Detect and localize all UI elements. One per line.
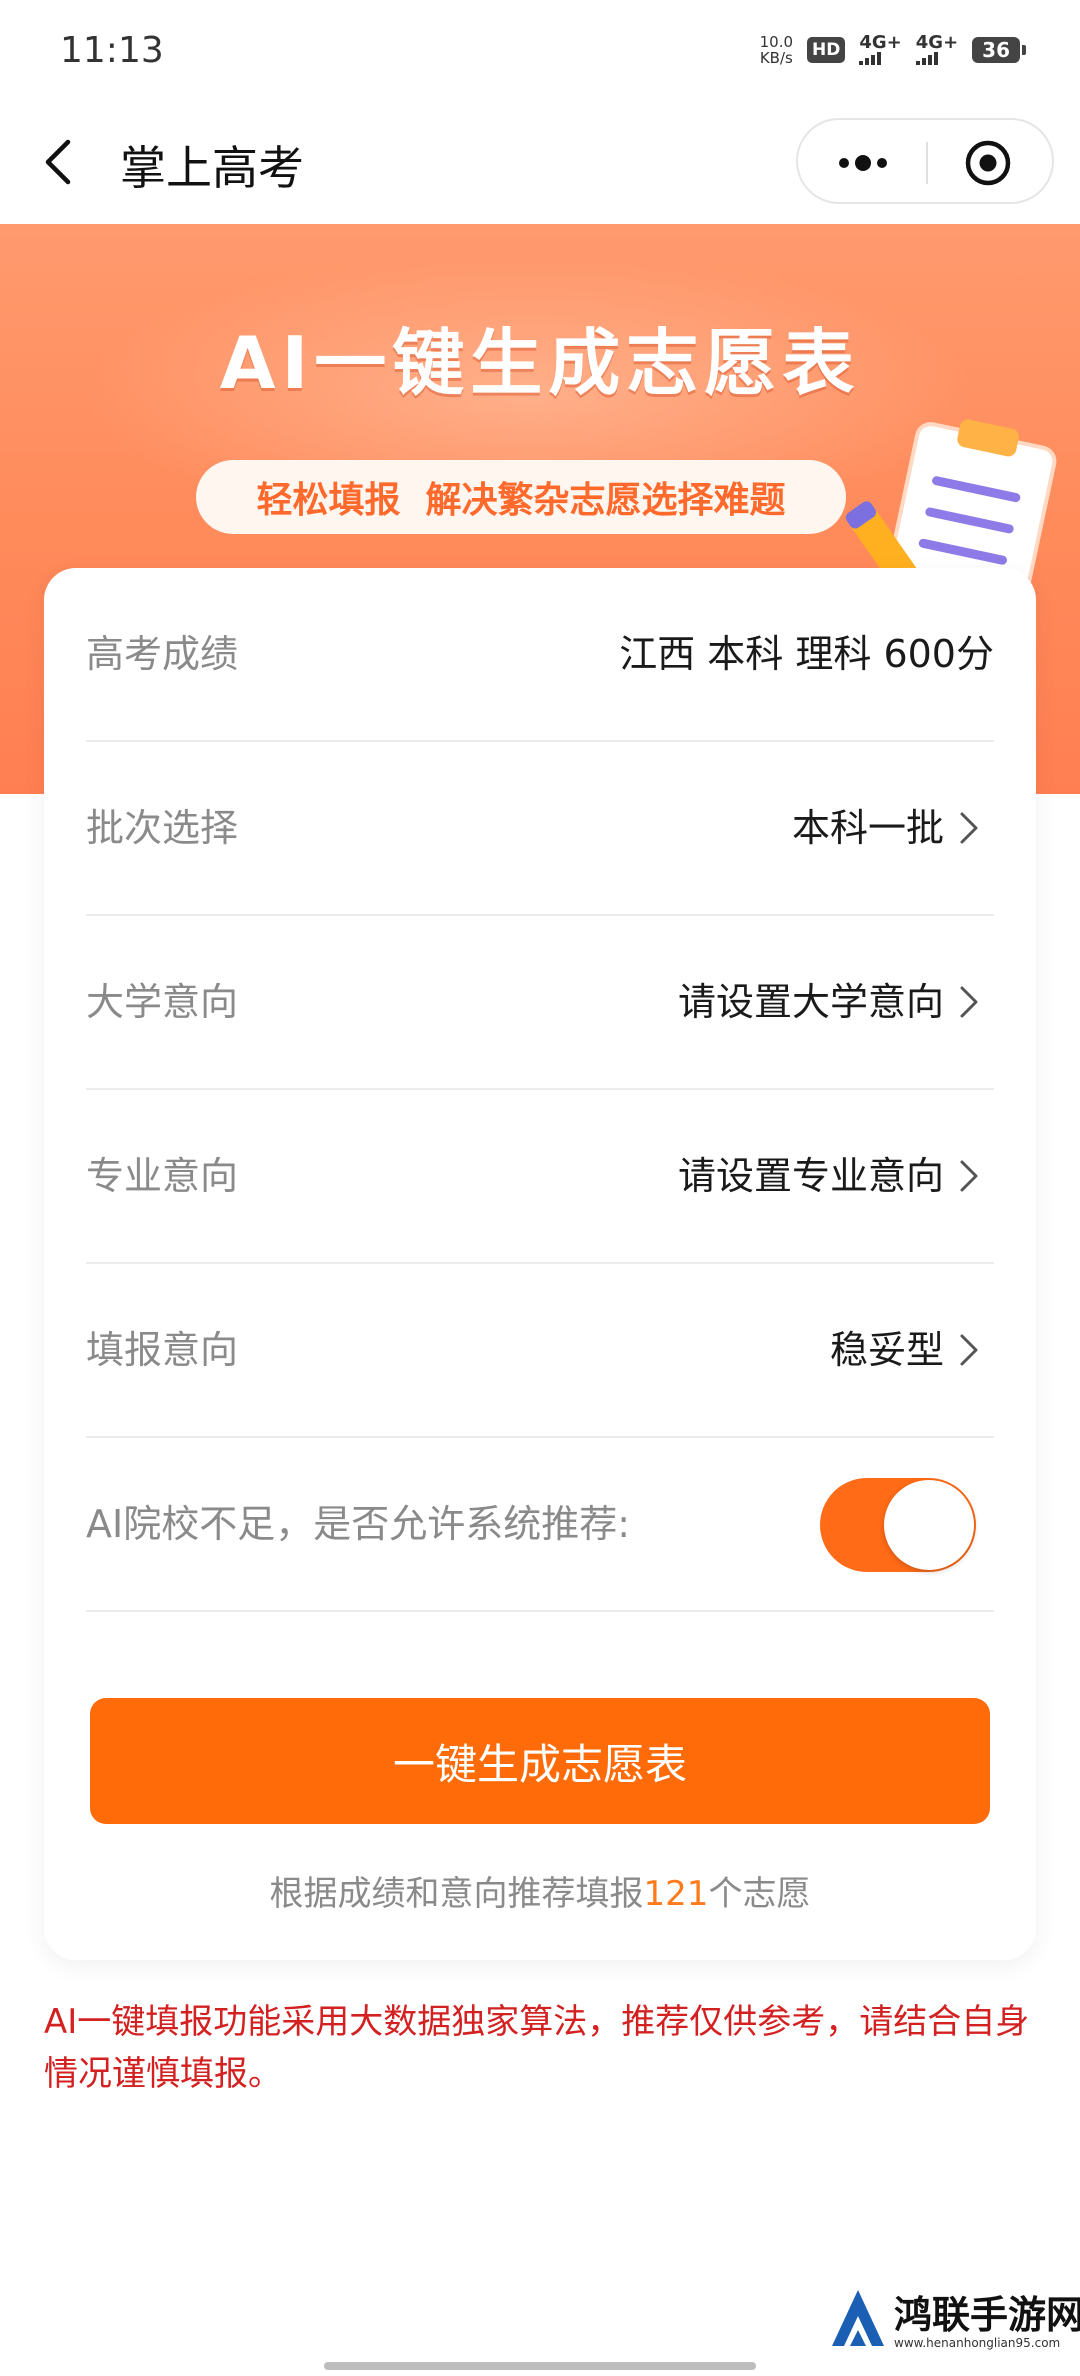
network-speed-unit: KB/s — [759, 49, 793, 67]
row-label: 专业意向 — [86, 1154, 239, 1198]
toggle-label: AI院校不足，是否允许系统推荐: — [86, 1502, 631, 1546]
chevron-right-icon — [960, 1160, 978, 1192]
row-label: 批次选择 — [86, 806, 239, 850]
row-label: 高考成绩 — [86, 632, 239, 676]
row-value-text: 请设置大学意向 — [677, 980, 944, 1024]
status-time: 11:13 — [60, 29, 164, 71]
form-row-major[interactable]: 专业意向 请设置专业意向 — [86, 1090, 994, 1264]
form-card: 高考成绩 江西 本科 理科 600分 批次选择 本科一批 大学意向 请设置大学意… — [44, 568, 1036, 1960]
more-dots-icon[interactable] — [828, 146, 898, 180]
form-row-score[interactable]: 高考成绩 江西 本科 理科 600分 — [86, 568, 994, 742]
row-label: 大学意向 — [86, 980, 239, 1024]
row-value-text: 本科一批 — [791, 806, 944, 850]
chevron-right-icon — [960, 812, 978, 844]
battery-icon: 36 — [972, 37, 1026, 63]
signal-icon-sim2: 4G+ — [915, 32, 959, 65]
row-value: 本科一批 — [792, 742, 980, 914]
status-icons: 10.0 KB/s HD 4G+ 4G+ 36 — [760, 32, 1026, 66]
hd-icon: HD — [807, 37, 846, 63]
watermark-name: 鸿联手游网 — [894, 2292, 1080, 2337]
row-value: 请设置大学意向 — [678, 916, 980, 1088]
recommend-toggle[interactable] — [820, 1478, 976, 1572]
network-speed: 10.0 KB/s — [760, 34, 793, 66]
row-value-text: 稳妥型 — [829, 1328, 944, 1372]
disclaimer-text: AI一键填报功能采用大数据独家算法，推荐仅供参考，请结合自身情况谨慎填报。 — [44, 2002, 1030, 2094]
signal-icon-sim1: 4G+ — [859, 32, 902, 65]
hint-suffix: 个志愿 — [708, 1874, 811, 1914]
nav-bar: 掌上高考 — [0, 100, 1080, 224]
home-indicator[interactable] — [324, 2362, 756, 2370]
banner-title: AI一键生成志愿表 — [219, 321, 861, 405]
site-watermark: 鸿联手游网 www.henanhonglian95.com — [828, 2284, 1080, 2376]
capsule-divider — [926, 142, 928, 184]
row-value: 请设置专业意向 — [678, 1090, 980, 1262]
target-circle-icon[interactable] — [964, 139, 1012, 187]
watermark-url: www.henanhonglian95.com — [894, 2336, 1061, 2350]
generate-button[interactable]: 一键生成志愿表 — [90, 1698, 990, 1824]
status-bar: 11:13 10.0 KB/s HD 4G+ 4G+ 36 — [0, 0, 1080, 100]
mini-program-capsule — [796, 118, 1054, 204]
network-speed-value: 10.0 — [759, 33, 794, 51]
page-title: 掌上高考 — [120, 141, 304, 195]
chevron-right-icon — [960, 986, 978, 1018]
row-value: 稳妥型 — [830, 1264, 980, 1436]
banner-subtitle: 轻松填报 解决繁杂志愿选择难题 — [196, 460, 846, 534]
chevron-right-icon — [960, 1334, 978, 1366]
row-value-text: 江西 本科 理科 600分 — [619, 632, 994, 676]
signal-label-sim2: 4G+ — [915, 32, 959, 53]
form-row-university[interactable]: 大学意向 请设置大学意向 — [86, 916, 994, 1090]
row-label: 填报意向 — [86, 1328, 239, 1372]
signal-label-sim1: 4G+ — [859, 32, 902, 53]
recommend-hint: 根据成绩和意向推荐填报121个志愿 — [44, 1866, 1036, 1915]
hint-prefix: 根据成绩和意向推荐填报 — [269, 1874, 644, 1914]
hint-count: 121 — [643, 1874, 709, 1914]
watermark-logo-icon — [832, 2290, 884, 2346]
row-value: 江西 本科 理科 600分 — [619, 568, 994, 740]
row-value-text: 请设置专业意向 — [677, 1154, 944, 1198]
form-row-strategy[interactable]: 填报意向 稳妥型 — [86, 1264, 994, 1438]
chevron-left-icon[interactable] — [40, 136, 80, 188]
form-row-ai-recommend: AI院校不足，是否允许系统推荐: — [86, 1438, 994, 1612]
toggle-knob — [884, 1480, 974, 1570]
form-row-batch[interactable]: 批次选择 本科一批 — [86, 742, 994, 916]
